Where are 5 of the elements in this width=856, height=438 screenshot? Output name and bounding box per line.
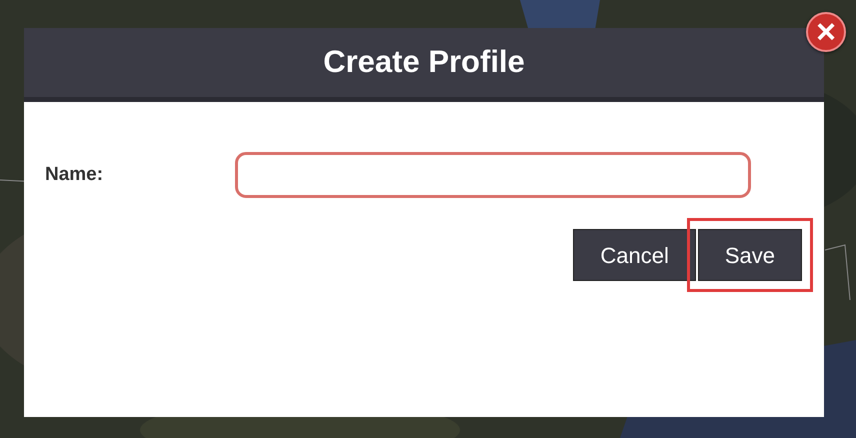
dialog-title: Create Profile <box>323 43 525 82</box>
input-field[interactable] <box>235 152 751 198</box>
save-button[interactable]: Save <box>698 229 802 281</box>
field-label: Name: <box>45 162 104 187</box>
cancel-button[interactable]: Cancel <box>573 229 696 281</box>
